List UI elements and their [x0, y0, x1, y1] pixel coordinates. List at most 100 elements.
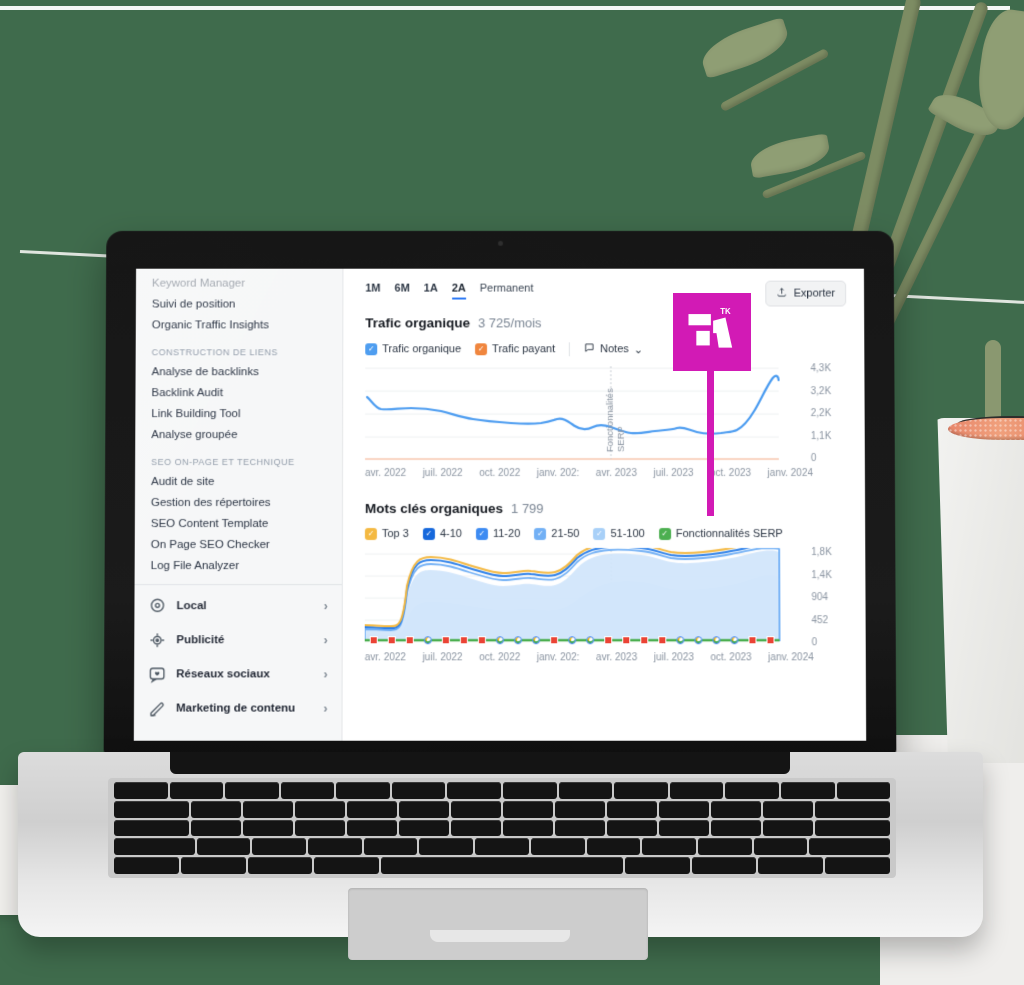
- serp-marker-featured-snippet-icon[interactable]: [748, 636, 757, 645]
- key[interactable]: [191, 800, 241, 818]
- serp-marker-featured-snippet-icon[interactable]: [622, 636, 631, 645]
- serp-marker-google-icon[interactable]: [532, 636, 541, 645]
- range-tab-permanent[interactable]: Permanent: [480, 283, 534, 300]
- key[interactable]: [698, 838, 752, 856]
- key[interactable]: [503, 819, 553, 837]
- serp-marker-google-icon[interactable]: [514, 636, 523, 645]
- keyboard-row[interactable]: [114, 857, 890, 874]
- checkbox-icon[interactable]: [658, 528, 671, 541]
- keyboard-row[interactable]: [114, 800, 890, 818]
- serp-marker-google-icon[interactable]: [730, 636, 739, 645]
- legend-item-trafic-payant[interactable]: Trafic payant: [475, 343, 555, 356]
- key[interactable]: [391, 782, 446, 799]
- keyboard-row[interactable]: [114, 782, 891, 799]
- checkbox-icon[interactable]: [534, 528, 547, 541]
- serp-marker-google-icon[interactable]: [586, 636, 595, 645]
- legend-item-4-10[interactable]: 4-10: [422, 528, 462, 541]
- key[interactable]: [243, 800, 293, 818]
- key[interactable]: [180, 857, 246, 874]
- sidebar-group-publicite[interactable]: Publicité ›: [134, 623, 342, 657]
- key[interactable]: [399, 819, 449, 837]
- serp-marker-featured-snippet-icon[interactable]: [766, 636, 775, 645]
- key[interactable]: [114, 838, 195, 856]
- organic-keywords-legend[interactable]: Top 3 4-10 11-20 21-50: [364, 528, 847, 541]
- legend-item-trafic-organique[interactable]: Trafic organique: [365, 343, 461, 356]
- key[interactable]: [780, 782, 835, 799]
- serp-marker-featured-snippet-icon[interactable]: [550, 636, 559, 645]
- serp-feature-markers[interactable]: [365, 634, 780, 647]
- export-button[interactable]: Exporter: [765, 280, 847, 307]
- sidebar-item-analyse-groupee[interactable]: Analyse groupée: [135, 424, 342, 445]
- serp-marker-featured-snippet-icon[interactable]: [369, 636, 378, 645]
- key[interactable]: [347, 819, 397, 837]
- key[interactable]: [669, 782, 724, 799]
- key[interactable]: [503, 800, 553, 818]
- serp-marker-google-icon[interactable]: [712, 636, 721, 645]
- key[interactable]: [419, 838, 474, 856]
- key[interactable]: [503, 782, 557, 799]
- checkbox-icon[interactable]: [365, 343, 378, 356]
- key[interactable]: [295, 800, 345, 818]
- sidebar-item-keyword-manager[interactable]: Keyword Manager: [136, 273, 343, 294]
- serp-marker-google-icon[interactable]: [495, 636, 505, 645]
- sidebar-item-on-page-seo-checker[interactable]: On Page SEO Checker: [135, 534, 342, 555]
- legend-item-11-20[interactable]: 11-20: [475, 528, 520, 541]
- serp-marker-featured-snippet-icon[interactable]: [441, 636, 450, 645]
- key[interactable]: [336, 782, 390, 799]
- sidebar-group-local[interactable]: Local ›: [134, 589, 341, 623]
- key[interactable]: [225, 782, 279, 799]
- key[interactable]: [763, 800, 813, 818]
- notes-dropdown[interactable]: Notes ⌄: [584, 342, 643, 356]
- legend-item-fonctionnalites-serp[interactable]: Fonctionnalités SERP: [658, 528, 783, 541]
- sidebar-item-audit-de-site[interactable]: Audit de site: [135, 471, 342, 492]
- checkbox-icon[interactable]: [475, 528, 488, 541]
- key[interactable]: [763, 819, 813, 837]
- sidebar-item-link-building-tool[interactable]: Link Building Tool: [135, 403, 342, 424]
- key[interactable]: [451, 819, 501, 837]
- key[interactable]: [753, 838, 808, 856]
- key[interactable]: [614, 782, 668, 799]
- key[interactable]: [196, 838, 251, 856]
- key[interactable]: [825, 857, 890, 874]
- key[interactable]: [114, 819, 189, 837]
- key[interactable]: [642, 838, 697, 856]
- serp-marker-featured-snippet-icon[interactable]: [477, 636, 486, 645]
- serp-marker-featured-snippet-icon[interactable]: [640, 636, 649, 645]
- key[interactable]: [725, 782, 779, 799]
- serp-marker-google-icon[interactable]: [568, 636, 577, 645]
- key[interactable]: [836, 782, 891, 799]
- key[interactable]: [711, 800, 761, 818]
- key[interactable]: [399, 800, 449, 818]
- range-tab-6m[interactable]: 6M: [395, 283, 410, 300]
- range-tab-1a[interactable]: 1A: [424, 283, 438, 300]
- serp-marker-featured-snippet-icon[interactable]: [405, 636, 414, 645]
- key[interactable]: [624, 857, 690, 874]
- key[interactable]: [815, 800, 890, 818]
- checkbox-icon[interactable]: [593, 528, 606, 541]
- key[interactable]: [475, 838, 529, 856]
- key[interactable]: [711, 819, 761, 837]
- key[interactable]: [308, 838, 362, 856]
- sidebar-group-marketing-de-contenu[interactable]: Marketing de contenu ›: [134, 691, 342, 725]
- checkbox-icon[interactable]: [475, 343, 488, 356]
- key[interactable]: [191, 819, 241, 837]
- key[interactable]: [243, 819, 293, 837]
- key[interactable]: [247, 857, 313, 874]
- key[interactable]: [447, 782, 502, 799]
- serp-marker-featured-snippet-icon[interactable]: [604, 636, 613, 645]
- key[interactable]: [252, 838, 307, 856]
- key[interactable]: [381, 857, 623, 874]
- key[interactable]: [295, 819, 345, 837]
- keyboard-row[interactable]: [114, 838, 891, 856]
- key[interactable]: [607, 819, 657, 837]
- range-tab-1m[interactable]: 1M: [365, 283, 380, 300]
- keyboard-row[interactable]: [114, 819, 890, 837]
- key[interactable]: [280, 782, 335, 799]
- sidebar[interactable]: Keyword Manager Suivi de position Organi…: [133, 268, 344, 741]
- sidebar-item-log-file-analyzer[interactable]: Log File Analyzer: [135, 555, 342, 576]
- serp-marker-google-icon[interactable]: [676, 636, 685, 645]
- organic-keywords-chart[interactable]: 1,8K 1,4K 904 452 0: [364, 547, 848, 648]
- organic-traffic-legend[interactable]: Trafic organique Trafic payant: [365, 342, 846, 357]
- key[interactable]: [451, 800, 501, 818]
- sidebar-item-backlink-audit[interactable]: Backlink Audit: [135, 382, 342, 403]
